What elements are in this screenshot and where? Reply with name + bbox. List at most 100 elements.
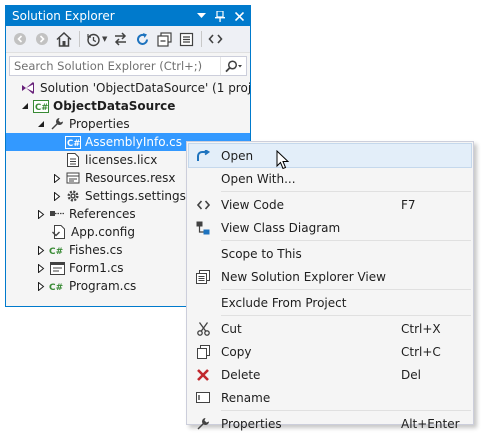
- tree-item-label: Form1.cs: [69, 261, 124, 275]
- home-icon[interactable]: [54, 29, 74, 49]
- expanded-arrow-icon[interactable]: [35, 118, 47, 130]
- rename-icon: [189, 386, 217, 409]
- menu-item-label: Properties: [221, 416, 282, 431]
- search-box: [9, 56, 247, 76]
- menu-item-open-with[interactable]: Open With...: [189, 167, 471, 190]
- collapse-all-icon[interactable]: [154, 29, 174, 49]
- svg-text:C#: C#: [49, 283, 63, 293]
- search-input[interactable]: [10, 57, 220, 75]
- menu-item-rename[interactable]: Rename: [189, 386, 471, 409]
- menu-item-shortcut: Ctrl+C: [401, 344, 441, 359]
- code-view-icon[interactable]: [205, 29, 225, 49]
- menu-separator: [221, 410, 471, 411]
- menu-item-shortcut: Alt+Enter: [401, 416, 460, 431]
- collapsed-arrow-icon[interactable]: [35, 262, 47, 274]
- collapsed-arrow-icon[interactable]: [35, 208, 47, 220]
- tree-item-label: Settings.settings: [85, 189, 186, 203]
- tree-item-label: App.config: [71, 225, 135, 239]
- copy-icon: [189, 340, 217, 363]
- menu-separator: [221, 240, 471, 241]
- class-diagram-icon: [189, 216, 217, 239]
- menu-separator: [221, 315, 471, 316]
- form-icon: [49, 260, 65, 276]
- tree-item-label: Program.cs: [69, 279, 137, 293]
- menu-item-label: Exclude From Project: [221, 295, 347, 310]
- menu-item-scope-to-this[interactable]: Scope to This: [189, 242, 471, 265]
- menu-item-label: View Code: [221, 197, 285, 212]
- refresh-icon[interactable]: [132, 29, 152, 49]
- window-position-dropdown-icon[interactable]: [193, 8, 209, 24]
- svg-text:C#: C#: [67, 139, 80, 149]
- history-dropdown-icon[interactable]: ▼: [102, 35, 107, 43]
- collapsed-arrow-icon[interactable]: [51, 172, 63, 184]
- pin-icon[interactable]: [212, 8, 228, 24]
- search-icon[interactable]: [220, 57, 246, 75]
- menu-item-label: Open With...: [221, 171, 296, 186]
- tree-item-label: Properties: [69, 117, 130, 131]
- context-menu: Open Open With... View Code F7 View Clas…: [186, 141, 474, 431]
- menu-item-view-code[interactable]: View Code F7: [189, 193, 471, 216]
- menu-item-open[interactable]: Open: [188, 143, 472, 168]
- open-icon: [189, 144, 217, 167]
- window-title: Solution Explorer: [12, 9, 115, 23]
- menu-item-label: View Class Diagram: [221, 220, 341, 235]
- csharp-project-icon: C#: [33, 98, 49, 114]
- tree-item-label: References: [69, 207, 136, 221]
- solution-icon: [20, 80, 36, 96]
- tree-item-label: Solution 'ObjectDataSource' (1 project): [40, 81, 251, 95]
- title-bar: Solution Explorer: [6, 6, 250, 26]
- menu-item-label: New Solution Explorer View: [221, 269, 386, 284]
- menu-separator: [221, 191, 471, 192]
- menu-item-delete[interactable]: Delete Del: [189, 363, 471, 386]
- menu-item-label: Open: [221, 148, 254, 163]
- menu-item-label: Copy: [221, 344, 252, 359]
- menu-item-label: Rename: [221, 390, 271, 405]
- back-icon[interactable]: [10, 29, 30, 49]
- menu-item-new-solution-explorer-view[interactable]: New Solution Explorer View: [189, 265, 471, 288]
- tree-item-solution[interactable]: Solution 'ObjectDataSource' (1 project): [6, 79, 250, 97]
- menu-separator: [221, 289, 471, 290]
- csharp-file-icon: C#: [65, 134, 81, 150]
- tree-item-label: Fishes.cs: [69, 243, 123, 257]
- scissors-icon: [189, 317, 217, 340]
- tree-item-properties[interactable]: Properties: [6, 115, 250, 133]
- csharp-file-icon: C#: [49, 278, 65, 294]
- tree-item-label: ObjectDataSource: [53, 99, 176, 113]
- tree-item-label: licenses.licx: [85, 153, 158, 167]
- new-view-icon: [189, 265, 217, 288]
- gear-icon: [65, 188, 81, 204]
- forward-icon[interactable]: [32, 29, 52, 49]
- toolbar-separator: [79, 31, 80, 47]
- wrench-icon: [49, 116, 65, 132]
- toolbar-separator: [201, 31, 203, 47]
- collapsed-arrow-icon[interactable]: [51, 190, 63, 202]
- tree-item-project[interactable]: C# ObjectDataSource: [6, 97, 250, 115]
- references-icon: [49, 206, 65, 222]
- svg-text:C#: C#: [49, 247, 63, 257]
- menu-item-exclude-from-project[interactable]: Exclude From Project: [189, 291, 471, 314]
- tree-item-label: Resources.resx: [85, 171, 176, 185]
- sync-icon[interactable]: [110, 29, 130, 49]
- menu-item-copy[interactable]: Copy Ctrl+C: [189, 340, 471, 363]
- menu-item-label: Cut: [221, 321, 242, 336]
- code-icon: [189, 193, 217, 216]
- tree-item-label: AssemblyInfo.cs: [85, 135, 183, 149]
- menu-item-view-class-diagram[interactable]: View Class Diagram: [189, 216, 471, 239]
- properties-icon[interactable]: [176, 29, 196, 49]
- document-icon: [65, 152, 81, 168]
- menu-item-shortcut: Del: [401, 367, 421, 382]
- close-icon[interactable]: [231, 8, 247, 24]
- menu-item-label: Scope to This: [221, 246, 302, 261]
- menu-item-label: Delete: [221, 367, 261, 382]
- menu-item-cut[interactable]: Cut Ctrl+X: [189, 317, 471, 340]
- svg-text:C#: C#: [35, 103, 48, 113]
- mouse-cursor-icon: [276, 149, 290, 173]
- resource-file-icon: [65, 170, 81, 186]
- expanded-arrow-icon[interactable]: [19, 100, 31, 112]
- collapsed-arrow-icon[interactable]: [35, 244, 47, 256]
- history-icon[interactable]: [83, 29, 103, 49]
- config-file-icon: [51, 224, 67, 240]
- csharp-file-icon: C#: [49, 242, 65, 258]
- delete-x-icon: [189, 363, 217, 386]
- collapsed-arrow-icon[interactable]: [35, 280, 47, 292]
